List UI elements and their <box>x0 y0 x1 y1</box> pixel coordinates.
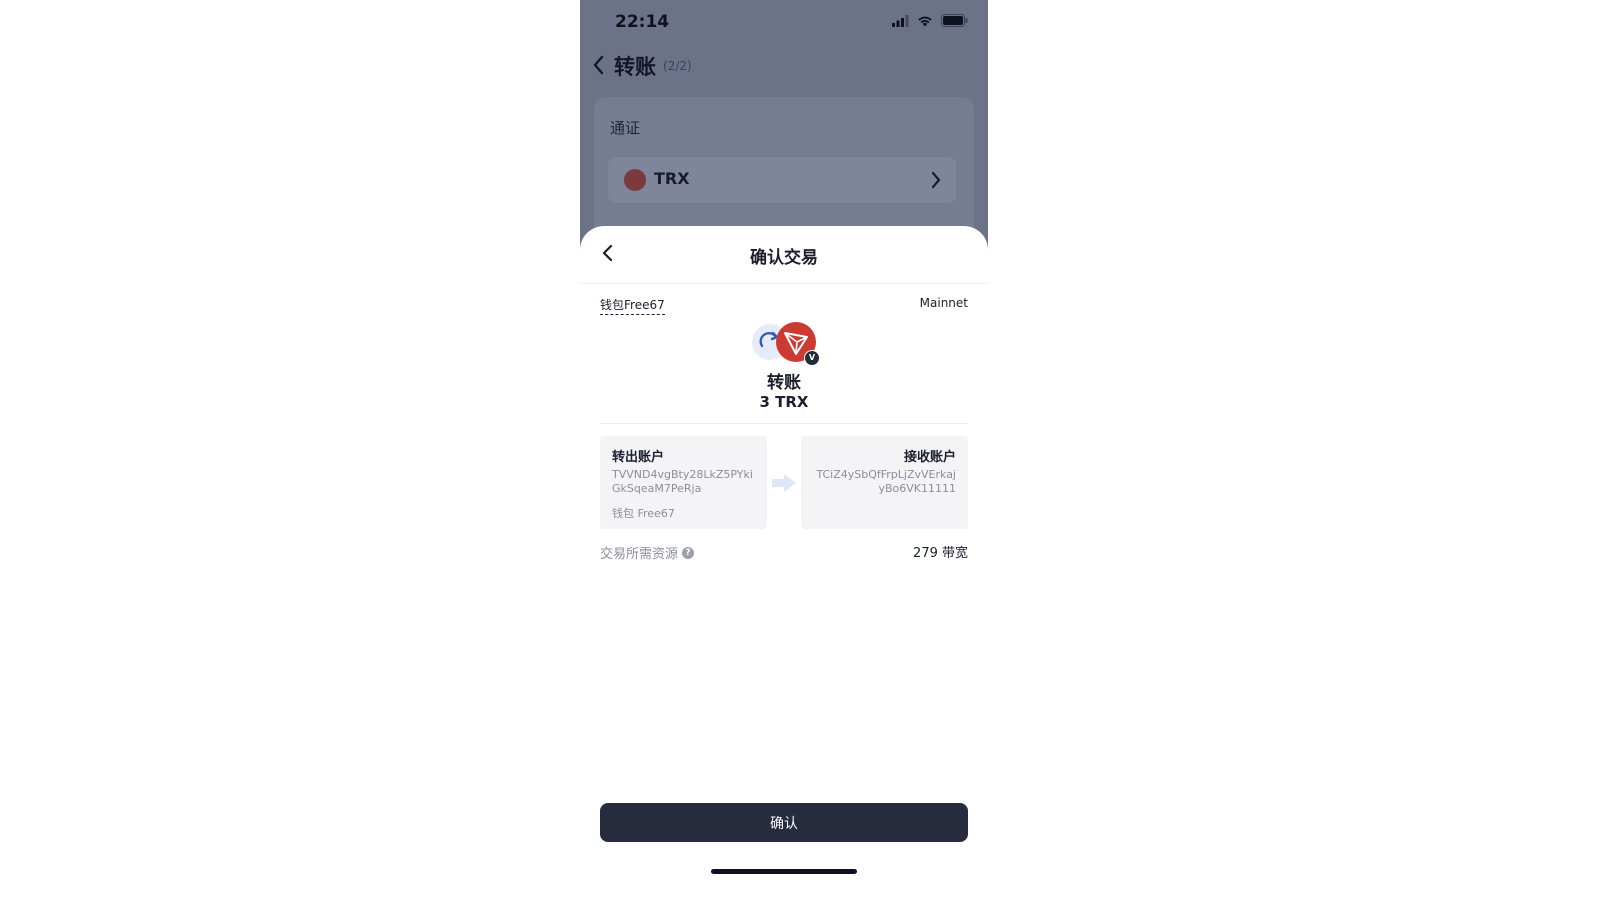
background-nav-bar: 转账 (2/2) <box>580 46 988 86</box>
wifi-icon <box>918 16 932 26</box>
help-icon[interactable]: ? <box>682 546 695 559</box>
status-time: 22:14 <box>615 12 670 32</box>
confirm-button[interactable]: 确认 <box>600 803 968 842</box>
to-account-card: 接收账户 TCiZ4ySbQfFrpLjZvVErkajyBo6VK11111 <box>801 436 968 529</box>
transaction-type: 转账 <box>767 373 801 393</box>
home-indicator <box>711 869 857 874</box>
phone-screen: 22:14 转账 (2/2) 通证 TRX 确认交易 钱包Free67 Main… <box>580 0 988 900</box>
transaction-icons: V <box>752 322 820 366</box>
back-chevron-icon[interactable] <box>592 55 606 75</box>
chevron-right-icon <box>931 171 941 189</box>
cellular-signal-icon <box>892 14 909 27</box>
background-page-title: 转账 <box>614 55 656 79</box>
confirm-transaction-sheet: 确认交易 钱包Free67 Mainnet V 转账 3 TRX 转出账户 TV… <box>580 226 988 900</box>
to-account-title: 接收账户 <box>903 450 956 465</box>
token-section-label: 通证 <box>610 119 641 137</box>
network-name: Mainnet <box>919 296 968 310</box>
status-bar: 22:14 <box>580 0 988 44</box>
resource-value: 279 带宽 <box>913 546 968 561</box>
background-step-indicator: (2/2) <box>663 59 692 73</box>
from-account-title: 转出账户 <box>612 450 665 465</box>
wallet-name[interactable]: 钱包Free67 <box>600 296 665 315</box>
resource-label-text: 交易所需资源 <box>600 547 679 562</box>
background-token-card: 通证 TRX <box>594 97 974 237</box>
divider <box>600 423 968 424</box>
battery-icon <box>941 14 968 27</box>
from-account-card: 转出账户 TVVND4vgBty28LkZ5PYkiGkSqeaM7PeRja … <box>600 436 767 529</box>
sheet-title: 确认交易 <box>750 248 818 268</box>
arrow-right-icon <box>772 474 796 492</box>
background-page-overlay: 22:14 转账 (2/2) 通证 TRX <box>580 0 988 260</box>
verified-badge-icon: V <box>804 350 820 366</box>
token-name: TRX <box>654 169 690 188</box>
transaction-amount: 3 TRX <box>759 393 809 411</box>
resource-label: 交易所需资源 ? <box>600 543 695 562</box>
sheet-header: 确认交易 <box>580 226 988 284</box>
token-selector-row[interactable]: TRX <box>608 157 956 203</box>
from-account-address[interactable]: TVVND4vgBty28LkZ5PYkiGkSqeaM7PeRja <box>612 468 755 496</box>
status-icons <box>892 14 968 27</box>
to-account-address[interactable]: TCiZ4ySbQfFrpLjZvVErkajyBo6VK11111 <box>813 468 956 496</box>
from-account-wallet: 钱包 Free67 <box>612 507 675 520</box>
trx-token-icon <box>624 169 646 191</box>
